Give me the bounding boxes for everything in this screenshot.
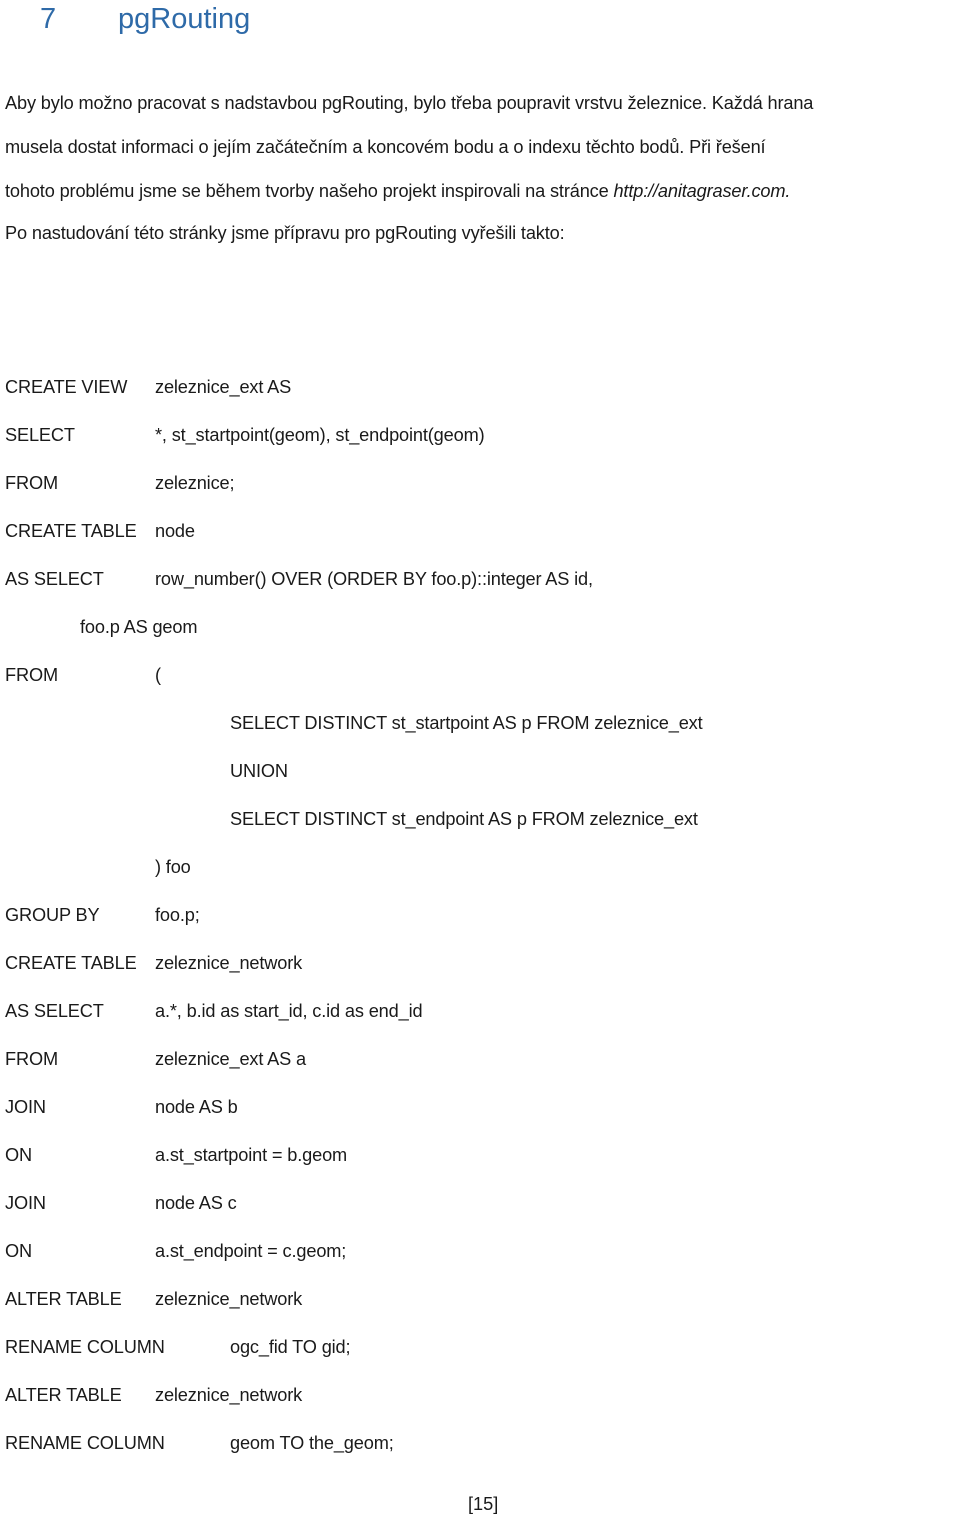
sql-argument: node AS c xyxy=(155,1193,237,1213)
section-number: 7 xyxy=(40,3,57,35)
sql-keyword: AS SELECT xyxy=(5,1001,104,1021)
sql-argument: zeleznice_network xyxy=(155,953,303,973)
sql-keyword: CREATE TABLE xyxy=(5,953,137,973)
sql-argument: *, st_startpoint(geom), st_endpoint(geom… xyxy=(155,425,485,445)
sql-argument: a.st_startpoint = b.geom xyxy=(155,1145,348,1165)
sql-argument: UNION xyxy=(230,761,288,781)
paragraph-line-1: Aby bylo možno pracovat s nadstavbou pgR… xyxy=(5,93,814,113)
sql-keyword: ALTER TABLE xyxy=(5,1289,122,1309)
section-title: pgRouting xyxy=(118,3,251,35)
sql-keyword: RENAME COLUMN xyxy=(5,1337,165,1357)
sql-argument: a.st_endpoint = c.geom; xyxy=(155,1241,347,1261)
sql-argument: geom TO the_geom; xyxy=(230,1433,394,1453)
sql-keyword: SELECT xyxy=(5,425,75,445)
sql-argument: zeleznice_ext AS xyxy=(155,377,292,397)
sql-argument: SELECT DISTINCT st_endpoint AS p FROM ze… xyxy=(230,809,698,829)
sql-argument: zeleznice_ext AS a xyxy=(155,1049,306,1069)
sql-keyword: CREATE TABLE xyxy=(5,521,137,541)
sql-argument: zeleznice_network xyxy=(155,1385,303,1405)
sql-argument: ogc_fid TO gid; xyxy=(230,1337,351,1357)
sql-keyword: ON xyxy=(5,1241,32,1261)
sql-argument: node AS b xyxy=(155,1097,238,1117)
paragraph-line-2: musela dostat informaci o jejím začátečn… xyxy=(5,137,766,157)
section-heading: 7 pgRouting xyxy=(40,0,250,40)
paragraph-line-4: Po nastudování této stránky jsme příprav… xyxy=(5,223,565,243)
paragraph-text: tohoto problému jsme se během tvorby naš… xyxy=(5,181,614,201)
sql-argument: SELECT DISTINCT st_startpoint AS p FROM … xyxy=(230,713,703,733)
sql-argument: ) foo xyxy=(155,857,191,877)
sql-argument: node xyxy=(155,521,195,541)
sql-keyword: ON xyxy=(5,1145,32,1165)
sql-argument: zeleznice_network xyxy=(155,1289,303,1309)
sql-argument: foo.p AS geom xyxy=(80,617,198,637)
sql-keyword: AS SELECT xyxy=(5,569,104,589)
sql-keyword: FROM xyxy=(5,473,58,493)
sql-argument: a.*, b.id as start_id, c.id as end_id xyxy=(155,1001,423,1021)
paragraph-line-3: tohoto problému jsme se během tvorby naš… xyxy=(5,179,955,203)
sql-keyword: CREATE VIEW xyxy=(5,377,128,397)
sql-keyword: RENAME COLUMN xyxy=(5,1433,165,1453)
sql-argument: ( xyxy=(155,665,161,685)
source-link[interactable]: http://anitagraser.com. xyxy=(613,181,790,201)
sql-keyword: JOIN xyxy=(5,1097,46,1117)
sql-keyword: GROUP BY xyxy=(5,905,100,925)
sql-argument: row_number() OVER (ORDER BY foo.p)::inte… xyxy=(155,569,593,589)
sql-keyword: FROM xyxy=(5,1049,58,1069)
sql-keyword: ALTER TABLE xyxy=(5,1385,122,1405)
sql-argument: foo.p; xyxy=(155,905,200,925)
sql-keyword: JOIN xyxy=(5,1193,46,1213)
sql-keyword: FROM xyxy=(5,665,58,685)
sql-argument: zeleznice; xyxy=(155,473,235,493)
page-number: [15] xyxy=(468,1494,499,1514)
